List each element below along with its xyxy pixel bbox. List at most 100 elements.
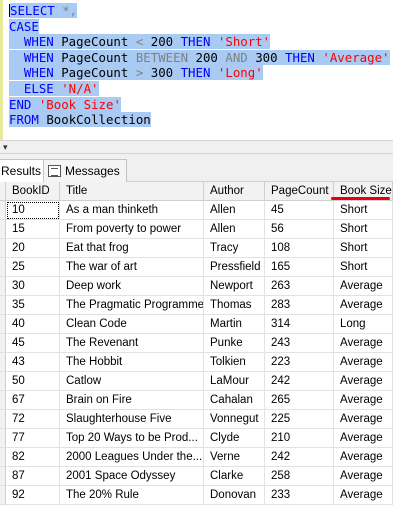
cell-pagecount[interactable]: 233 — [265, 486, 334, 505]
table-row[interactable]: 40 Clean Code Martin 314 Long — [0, 315, 393, 334]
cell-title[interactable]: The Pragmatic Programmer — [60, 296, 204, 315]
cell-bookid[interactable]: 77 — [6, 429, 60, 448]
code-line[interactable]: WHEN PageCount < 200 THEN 'Short' — [9, 34, 271, 50]
cell-pagecount[interactable]: 242 — [265, 372, 334, 391]
table-row[interactable]: 25 The war of art Pressfield 165 Short — [0, 258, 393, 277]
chevron-down-icon[interactable]: ▾ — [3, 141, 8, 153]
cell-bookid[interactable]: 72 — [6, 410, 60, 429]
cell-book-size[interactable]: Long — [334, 315, 393, 334]
cell-book-size[interactable]: Average — [334, 429, 393, 448]
cell-bookid[interactable]: 20 — [6, 239, 60, 258]
cell-author[interactable]: Newport — [204, 277, 265, 296]
cell-bookid[interactable]: 10 — [6, 201, 60, 220]
column-header-bookid[interactable]: BookID — [6, 182, 60, 201]
cell-title[interactable]: The Hobbit — [60, 353, 204, 372]
table-row[interactable]: 45 The Revenant Punke 243 Average — [0, 334, 393, 353]
cell-title[interactable]: The Revenant — [60, 334, 204, 353]
cell-title[interactable]: From poverty to power — [60, 220, 204, 239]
cell-author[interactable]: Clarke — [204, 467, 265, 486]
cell-author[interactable]: LaMour — [204, 372, 265, 391]
cell-author[interactable]: Punke — [204, 334, 265, 353]
cell-title[interactable]: Top 20 Ways to be Prod... — [60, 429, 204, 448]
table-row[interactable]: 20 Eat that frog Tracy 108 Short — [0, 239, 393, 258]
cell-title[interactable]: Brain on Fire — [60, 391, 204, 410]
cell-bookid[interactable]: 15 — [6, 220, 60, 239]
cell-book-size[interactable]: Average — [334, 467, 393, 486]
table-row[interactable]: 50 Catlow LaMour 242 Average — [0, 372, 393, 391]
cell-pagecount[interactable]: 242 — [265, 448, 334, 467]
cell-book-size[interactable]: Short — [334, 220, 393, 239]
cell-author[interactable]: Pressfield — [204, 258, 265, 277]
cell-title[interactable]: Eat that frog — [60, 239, 204, 258]
cell-title[interactable]: Slaughterhouse Five — [60, 410, 204, 429]
cell-pagecount[interactable]: 108 — [265, 239, 334, 258]
code-line[interactable]: SELECT *, — [9, 3, 78, 18]
cell-pagecount[interactable]: 243 — [265, 334, 334, 353]
cell-book-size[interactable]: Short — [334, 201, 393, 220]
cell-book-size[interactable]: Average — [334, 410, 393, 429]
cell-title[interactable]: 2000 Leagues Under the... — [60, 448, 204, 467]
table-row[interactable]: 43 The Hobbit Tolkien 223 Average — [0, 353, 393, 372]
table-row[interactable]: 35 The Pragmatic Programmer Thomas 283 Avera… — [0, 296, 393, 315]
cell-book-size[interactable]: Short — [334, 258, 393, 277]
table-row[interactable]: 15 From poverty to power Allen 56 Short — [0, 220, 393, 239]
code-line[interactable]: CASE — [9, 18, 39, 34]
cell-author[interactable]: Allen — [204, 201, 265, 220]
cell-bookid[interactable]: 43 — [6, 353, 60, 372]
cell-bookid[interactable]: 35 — [6, 296, 60, 315]
cell-bookid[interactable]: 67 — [6, 391, 60, 410]
cell-pagecount[interactable]: 223 — [265, 353, 334, 372]
cell-author[interactable]: Cahalan — [204, 391, 265, 410]
cell-author[interactable]: Vonnegut — [204, 410, 265, 429]
cell-author[interactable]: Tolkien — [204, 353, 265, 372]
sql-editor[interactable]: SELECT *, CASE WHEN PageCount < 200 THEN … — [0, 0, 393, 140]
table-row[interactable]: 67 Brain on Fire Cahalan 265 Average — [0, 391, 393, 410]
cell-bookid[interactable]: 82 — [6, 448, 60, 467]
table-row[interactable]: 77 Top 20 Ways to be Prod... Clyde 210 Avera… — [0, 429, 393, 448]
table-row[interactable]: 87 2001 Space Odyssey Clarke 258 Average — [0, 467, 393, 486]
cell-bookid[interactable]: 50 — [6, 372, 60, 391]
cell-book-size[interactable]: Average — [334, 391, 393, 410]
cell-pagecount[interactable]: 56 — [265, 220, 334, 239]
cell-author[interactable]: Clyde — [204, 429, 265, 448]
cell-author[interactable]: Donovan — [204, 486, 265, 505]
cell-book-size[interactable]: Average — [334, 334, 393, 353]
cell-bookid[interactable]: 25 — [6, 258, 60, 277]
cell-title[interactable]: The 20% Rule — [60, 486, 204, 505]
cell-bookid[interactable]: 45 — [6, 334, 60, 353]
cell-pagecount[interactable]: 210 — [265, 429, 334, 448]
cell-pagecount[interactable]: 258 — [265, 467, 334, 486]
cell-book-size[interactable]: Average — [334, 486, 393, 505]
code-line[interactable]: WHEN PageCount > 300 THEN 'Long' — [9, 65, 263, 81]
cell-bookid[interactable]: 40 — [6, 315, 60, 334]
cell-pagecount[interactable]: 263 — [265, 277, 334, 296]
cell-bookid[interactable]: 92 — [6, 486, 60, 505]
cell-pagecount[interactable]: 165 — [265, 258, 334, 277]
cell-pagecount[interactable]: 283 — [265, 296, 334, 315]
cell-book-size[interactable]: Average — [334, 296, 393, 315]
cell-title[interactable]: Deep work — [60, 277, 204, 296]
editor-results-splitter[interactable]: ▾ — [0, 140, 393, 154]
cell-book-size[interactable]: Average — [334, 372, 393, 391]
cell-book-size[interactable]: Average — [334, 448, 393, 467]
cell-author[interactable]: Martin — [204, 315, 265, 334]
cell-bookid[interactable]: 87 — [6, 467, 60, 486]
cell-book-size[interactable]: Average — [334, 277, 393, 296]
code-line[interactable]: END 'Book Size' — [9, 96, 121, 112]
code-line[interactable]: FROM BookCollection — [9, 112, 151, 128]
results-grid[interactable]: BookID Title Author PageCount Book Size … — [0, 182, 393, 507]
cell-title[interactable]: As a man thinketh — [60, 201, 204, 220]
column-header-title[interactable]: Title — [60, 182, 204, 201]
tab-results[interactable]: Results — [0, 159, 49, 183]
column-header-pagecount[interactable]: PageCount — [265, 182, 334, 201]
cell-book-size[interactable]: Average — [334, 353, 393, 372]
cell-pagecount[interactable]: 45 — [265, 201, 334, 220]
cell-title[interactable]: 2001 Space Odyssey — [60, 467, 204, 486]
cell-author[interactable]: Tracy — [204, 239, 265, 258]
cell-author[interactable]: Verne — [204, 448, 265, 467]
table-row[interactable]: 30 Deep work Newport 263 Average — [0, 277, 393, 296]
column-header-author[interactable]: Author — [204, 182, 265, 201]
table-row[interactable]: 72 Slaughterhouse Five Vonnegut 225 Average — [0, 410, 393, 429]
tab-messages[interactable]: Messages — [43, 159, 127, 182]
cell-author[interactable]: Thomas — [204, 296, 265, 315]
